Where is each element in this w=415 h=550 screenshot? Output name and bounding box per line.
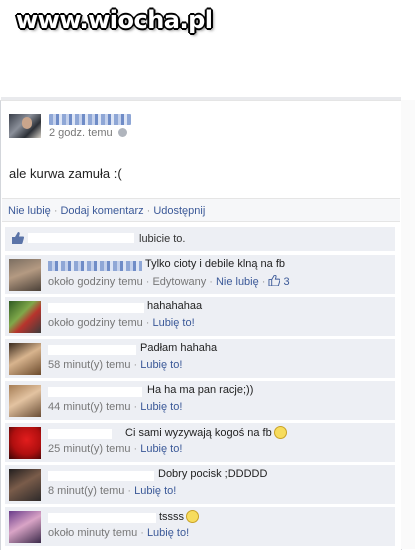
comment-text-value: Ci sami wyzywają kogoś na fb: [125, 427, 272, 439]
comment-time[interactable]: 8 minut(y) temu: [48, 485, 124, 497]
commenter-name-blurred[interactable]: [48, 387, 142, 397]
comment-text: Ha ha ma pan racje;)): [147, 384, 254, 396]
commenter-name-blurred[interactable]: [48, 345, 136, 355]
comment: hahahahaa około godziny temu · Lubię to!: [5, 296, 395, 336]
unlike-post-button[interactable]: Nie lubię: [8, 205, 51, 217]
comment-time[interactable]: 25 minut(y) temu: [48, 443, 131, 455]
comment-like-button[interactable]: Lubię to!: [152, 317, 194, 329]
commenter-avatar[interactable]: [9, 343, 41, 375]
separator: ·: [145, 317, 150, 329]
globe-icon: [117, 128, 127, 137]
separator: ·: [133, 443, 138, 455]
comment-meta: około minuty temu · Lubię to!: [48, 527, 189, 539]
separator: ·: [146, 205, 151, 217]
thumbs-up-icon: [12, 232, 24, 244]
post-text: ale kurwa zamuła :(: [9, 166, 122, 181]
comment-text: Tylko cioty i debile klną na fb: [145, 258, 286, 270]
separator: ·: [209, 276, 213, 288]
author-avatar[interactable]: [9, 114, 41, 138]
comment-time[interactable]: około godziny temu: [48, 276, 143, 288]
edited-label[interactable]: Edytowany: [152, 276, 206, 288]
commenter-avatar[interactable]: [9, 511, 41, 543]
separator: ·: [133, 401, 138, 413]
author-name-blurred[interactable]: [49, 114, 131, 125]
comment-meta: 44 minut(y) temu · Lubię to!: [48, 401, 182, 413]
thumbs-up-icon: [268, 274, 281, 287]
comment-meta: 58 minut(y) temu · Lubię to!: [48, 359, 182, 371]
commenter-avatar[interactable]: [9, 427, 41, 459]
commenter-name-blurred[interactable]: [48, 303, 144, 313]
comment-text: Ci sami wyzywają kogoś na fb: [125, 426, 287, 439]
watermark: www.wiocha.pl: [16, 6, 213, 34]
comment-text: Dobry pocisk ;DDDDD: [158, 468, 268, 480]
comment-time[interactable]: około minuty temu: [48, 527, 137, 539]
comment-text: Padłam hahaha: [140, 342, 218, 354]
comment-meta: 8 minut(y) temu · Lubię to!: [48, 485, 176, 497]
smile-emoji-icon: [273, 426, 287, 439]
separator: ·: [145, 276, 150, 288]
post-actions: Nie lubię · Dodaj komentarz · Udostępnij: [2, 198, 400, 222]
comment-time[interactable]: około godziny temu: [48, 317, 143, 329]
like-count-value: 3: [283, 276, 290, 288]
separator: ·: [140, 527, 144, 539]
comment-unlike-button[interactable]: Nie lubię: [216, 276, 259, 288]
comment: Ha ha ma pan racje;)) 44 minut(y) temu · L…: [5, 380, 395, 420]
comment-like-button[interactable]: Lubię to!: [147, 527, 189, 539]
comment-like-button[interactable]: Lubię to!: [140, 443, 182, 455]
post-card: 2 godz. temu ale kurwa zamuła :( Nie lub…: [0, 97, 402, 550]
comment-like-button[interactable]: Lubię to!: [140, 401, 182, 413]
commenter-name-blurred[interactable]: [48, 513, 156, 523]
likes-summary: lubicie to.: [5, 227, 395, 251]
commenter-name-blurred[interactable]: [48, 429, 112, 439]
comment-time[interactable]: 58 minut(y) temu: [48, 359, 131, 371]
separator: ·: [127, 485, 132, 497]
commenter-name-blurred[interactable]: [48, 261, 142, 271]
comment-time[interactable]: 44 minut(y) temu: [48, 401, 131, 413]
add-comment-button[interactable]: Dodaj komentarz: [60, 205, 143, 217]
comment-like-button[interactable]: Lubię to!: [134, 485, 176, 497]
comment-meta: około godziny temu · Edytowany · Nie lubię · …: [48, 274, 290, 288]
post-time-text[interactable]: 2 godz. temu: [49, 127, 113, 139]
comment: Ci sami wyzywają kogoś na fb 25 minut(y)…: [5, 422, 395, 462]
comment-text: tssss: [159, 510, 200, 523]
post-timestamp[interactable]: 2 godz. temu: [49, 127, 127, 139]
commenter-avatar[interactable]: [9, 469, 41, 501]
separator: ·: [53, 205, 58, 217]
comment-text-value: tssss: [159, 511, 185, 523]
commenter-avatar[interactable]: [9, 259, 41, 291]
likes-text: lubicie to.: [139, 233, 186, 245]
comment-meta: około godziny temu · Lubię to!: [48, 317, 195, 329]
likers-blurred[interactable]: [28, 233, 134, 243]
commenter-avatar[interactable]: [9, 385, 41, 417]
comment-text: hahahahaa: [147, 300, 203, 312]
share-button[interactable]: Udostępnij: [153, 205, 205, 217]
comment-meta: 25 minut(y) temu · Lubię to!: [48, 443, 182, 455]
comment: Tylko cioty i debile klną na fb około go…: [5, 254, 395, 294]
separator: ·: [261, 276, 266, 288]
smile-emoji-icon: [186, 510, 200, 523]
comment-like-button[interactable]: Lubię to!: [140, 359, 182, 371]
page-margin: [401, 100, 415, 549]
comment: Padłam hahaha 58 minut(y) temu · Lubię to!: [5, 338, 395, 378]
commenter-name-blurred[interactable]: [48, 471, 154, 481]
commenter-avatar[interactable]: [9, 301, 41, 333]
comment: Dobry pocisk ;DDDDD 8 minut(y) temu · Lubi…: [5, 464, 395, 504]
separator: ·: [133, 359, 138, 371]
comment: tssss około minuty temu · Lubię to!: [5, 506, 395, 546]
comment-like-count[interactable]: 3: [268, 274, 290, 288]
